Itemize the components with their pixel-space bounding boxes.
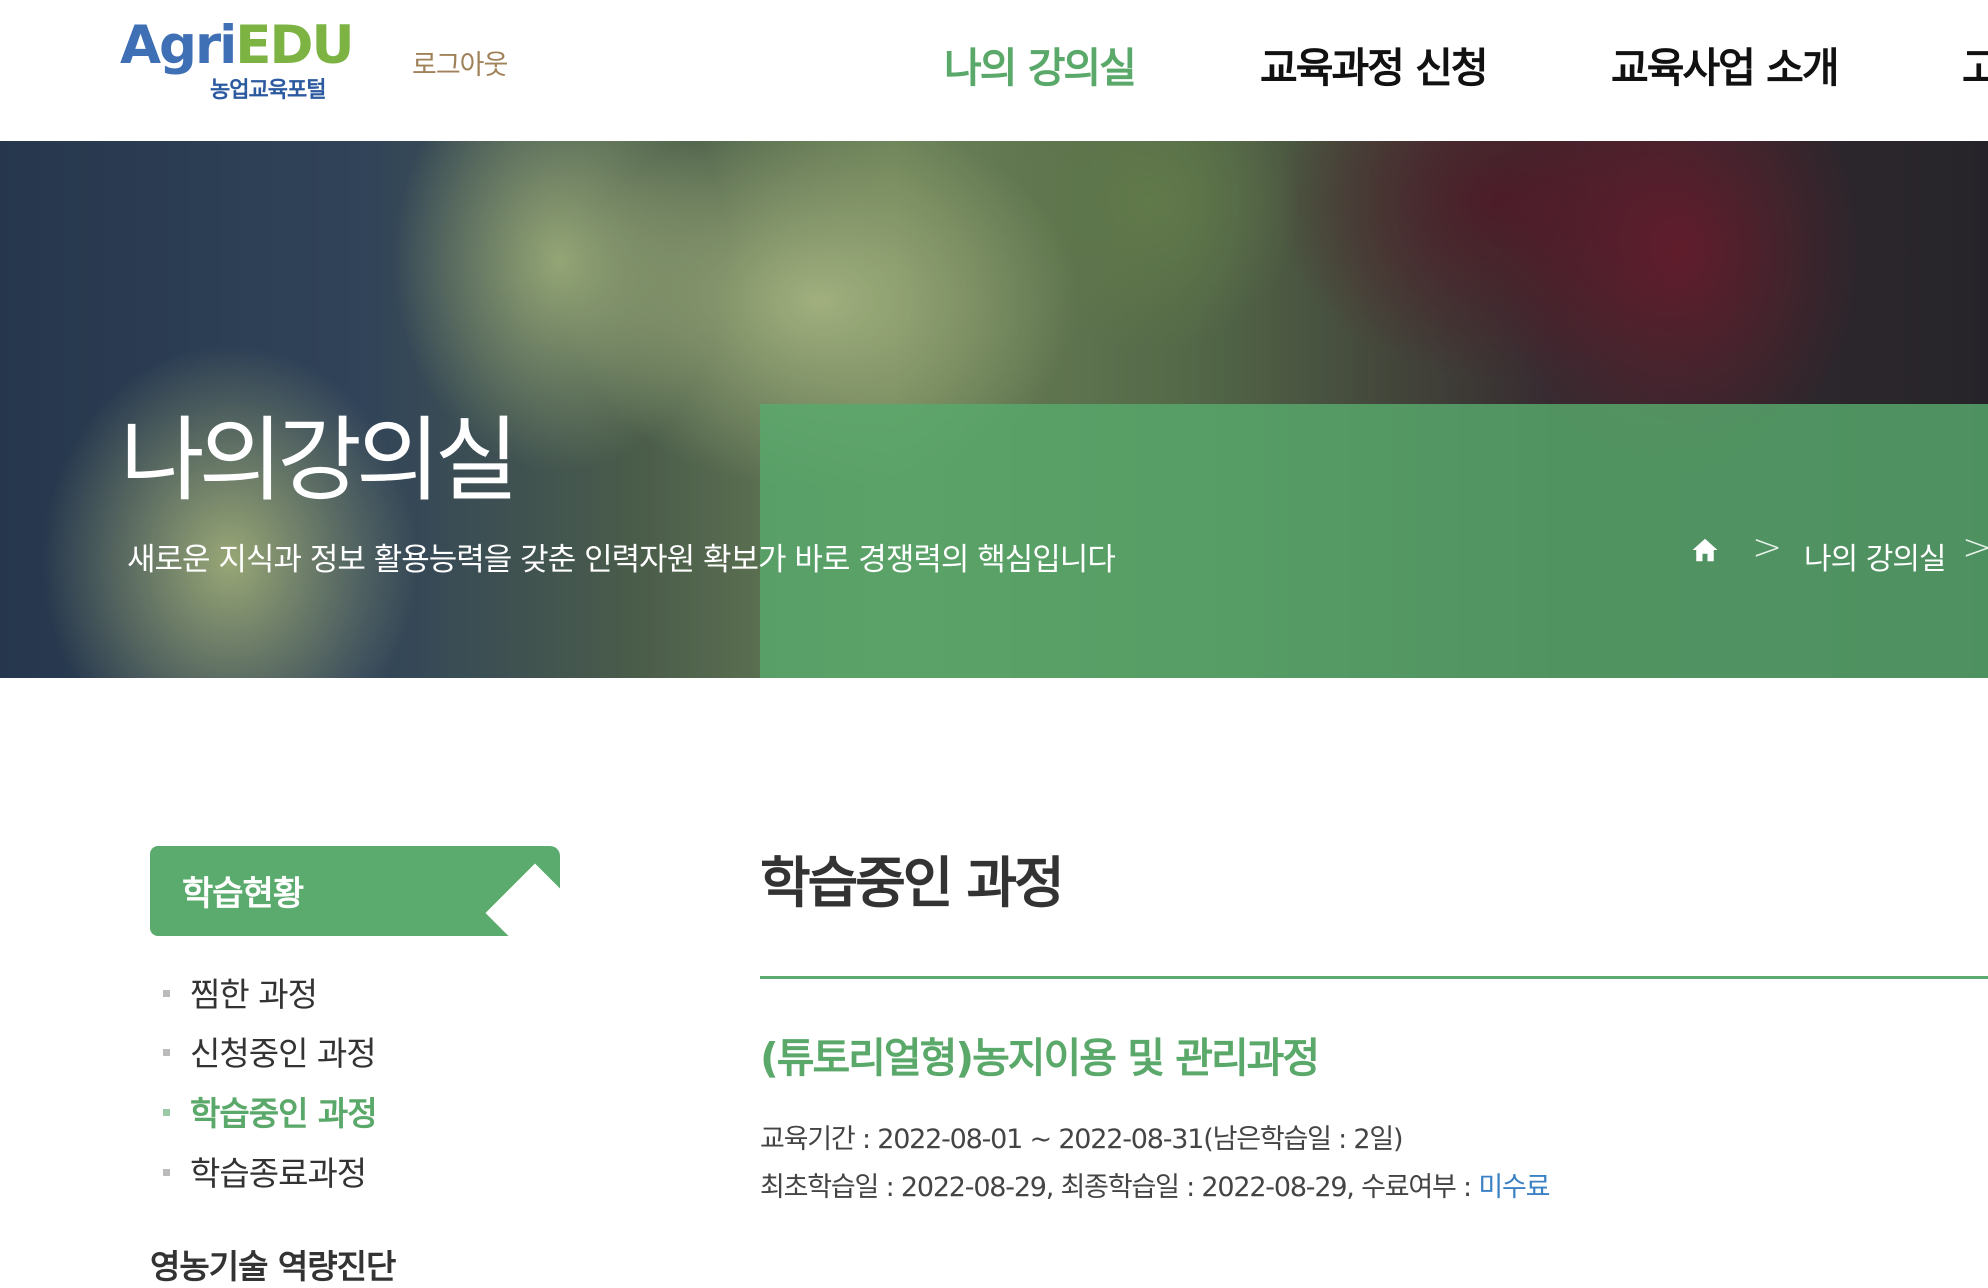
logo-wordmark: AgriEDU — [120, 14, 355, 78]
title-divider — [760, 976, 1988, 979]
sidebar-section-diagnosis[interactable]: 영농기술 역량진단 — [150, 1240, 396, 1288]
course-period: 교육기간 : 2022-08-01 ~ 2022-08-31(남은학습일 : 2… — [760, 1124, 1404, 1155]
sidebar-item-label: 학습중인 과정 — [190, 1094, 378, 1133]
sidebar-item-applying[interactable]: 신청중인 과정 — [163, 1027, 377, 1075]
logo-subtitle: 농업교육포털 — [210, 78, 326, 103]
site-header: AgriEDU 농업교육포털 로그아웃 나의 강의실 교육과정 신청 교육사업 … — [0, 0, 1988, 141]
sidebar-item-label: 학습종료과정 — [190, 1154, 367, 1193]
page-title: 학습중인 과정 — [760, 851, 1065, 915]
breadcrumb-current[interactable]: 나의 강의실 — [1804, 534, 1947, 578]
bullet-icon — [163, 1109, 170, 1116]
logo-agri-text: Agri — [120, 15, 237, 76]
nav-program-intro[interactable]: 교육사업 소개 — [1611, 34, 1840, 94]
sidebar-item-completed[interactable]: 학습종료과정 — [163, 1147, 367, 1195]
course-title-link[interactable]: (튜토리얼형)농지이용 및 관리과정 — [760, 1024, 1320, 1084]
hero-banner: 나의강의실 새로운 지식과 정보 활용능력을 갖춘 인력자원 확보가 바로 경쟁… — [0, 141, 1988, 678]
hero-subtitle: 새로운 지식과 정보 활용능력을 갖춘 인력자원 확보가 바로 경쟁력의 핵심입… — [127, 542, 1116, 578]
nav-item-truncated[interactable]: 고 — [1962, 34, 1988, 94]
course-study-dates-text: 최초학습일 : 2022-08-29, 최종학습일 : 2022-08-29, … — [760, 1172, 1479, 1203]
hero-title: 나의강의실 — [120, 407, 519, 514]
home-icon[interactable] — [1690, 535, 1722, 567]
bullet-icon — [163, 990, 170, 997]
logo-edu-text: EDU — [235, 15, 354, 76]
bullet-icon — [163, 1169, 170, 1176]
sidebar-item-label: 신청중인 과정 — [190, 1034, 377, 1073]
bullet-icon — [163, 1049, 170, 1056]
nav-course-application[interactable]: 교육과정 신청 — [1260, 34, 1489, 94]
breadcrumb-separator-icon: > — [1962, 527, 1988, 568]
breadcrumb-separator-icon: > — [1752, 527, 1783, 568]
sidebar-item-label: 찜한 과정 — [190, 975, 318, 1014]
completion-status: 미수료 — [1478, 1172, 1550, 1203]
logout-link[interactable]: 로그아웃 — [412, 43, 508, 82]
nav-my-classroom[interactable]: 나의 강의실 — [944, 34, 1137, 94]
agriedu-logo[interactable]: AgriEDU 농업교육포털 — [120, 14, 355, 104]
sidebar-item-wishlist[interactable]: 찜한 과정 — [163, 968, 318, 1016]
course-study-dates: 최초학습일 : 2022-08-29, 최종학습일 : 2022-08-29, … — [760, 1165, 1550, 1204]
sidebar-item-in-progress[interactable]: 학습중인 과정 — [163, 1087, 378, 1135]
sidebar-heading: 학습현황 — [182, 874, 304, 914]
